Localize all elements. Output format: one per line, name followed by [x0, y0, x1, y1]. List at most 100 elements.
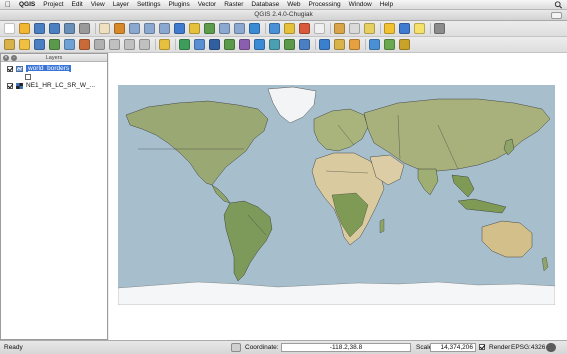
- python-icon[interactable]: [399, 39, 410, 50]
- rotate-label-icon[interactable]: [334, 39, 345, 50]
- label-icon[interactable]: [159, 39, 170, 50]
- identify-icon[interactable]: [269, 23, 280, 34]
- show-bookmarks-icon[interactable]: [399, 23, 410, 34]
- menu-web[interactable]: Web: [283, 0, 304, 10]
- add-vector-layer-icon[interactable]: [179, 39, 190, 50]
- zoom-full-icon[interactable]: [174, 23, 185, 34]
- toolbar-toggle-button[interactable]: [551, 12, 562, 19]
- new-bookmark-icon[interactable]: [384, 23, 395, 34]
- toolbar-separator: [365, 39, 366, 50]
- refresh-icon[interactable]: [249, 23, 260, 34]
- map-canvas[interactable]: [109, 53, 567, 340]
- node-tool-icon[interactable]: [79, 39, 90, 50]
- deselect-icon[interactable]: [299, 23, 310, 34]
- save-edits-icon[interactable]: [34, 39, 45, 50]
- apple-icon[interactable]: : [5, 0, 15, 9]
- open-project-icon[interactable]: [19, 23, 30, 34]
- menu-layer[interactable]: Layer: [109, 0, 133, 10]
- menubar:  QGIS Project Edit View Layer Settings …: [0, 0, 567, 10]
- menu-raster[interactable]: Raster: [220, 0, 247, 10]
- float-panel-icon[interactable]: ◦: [11, 55, 17, 61]
- toolbar-separator: [380, 23, 381, 34]
- grass-icon[interactable]: [384, 39, 395, 50]
- menu-vector[interactable]: Vector: [194, 0, 220, 10]
- zoom-to-selection-icon[interactable]: [189, 23, 200, 34]
- toolbar-top: [0, 21, 567, 37]
- zoom-actual-icon[interactable]: [159, 23, 170, 34]
- copy-features-icon[interactable]: [124, 39, 135, 50]
- digitize-icon[interactable]: [319, 39, 330, 50]
- pan-to-selection-icon[interactable]: [114, 23, 125, 34]
- move-feature-icon[interactable]: [64, 39, 75, 50]
- zoom-to-layer-icon[interactable]: [204, 23, 215, 34]
- menu-processing[interactable]: Processing: [304, 0, 344, 10]
- menu-project[interactable]: Project: [39, 0, 67, 10]
- toggle-editing-icon[interactable]: [4, 39, 15, 50]
- add-raster-layer-icon[interactable]: [194, 39, 205, 50]
- messages-icon[interactable]: [546, 343, 556, 352]
- statusbar: Ready Coordinate: -118.2,38.8 Scale 14,3…: [0, 340, 567, 354]
- save-project-icon[interactable]: [34, 23, 45, 34]
- menu-help[interactable]: Help: [376, 0, 397, 10]
- menu-database[interactable]: Database: [247, 0, 283, 10]
- map-tips-icon[interactable]: [364, 23, 375, 34]
- layer-visibility-checkbox[interactable]: [7, 65, 13, 72]
- zoom-in-icon[interactable]: [129, 23, 140, 34]
- world-map[interactable]: [118, 85, 555, 305]
- plugin-icon[interactable]: [369, 39, 380, 50]
- add-mssql-icon[interactable]: [239, 39, 250, 50]
- zoom-out-icon[interactable]: [144, 23, 155, 34]
- menu-edit[interactable]: Edit: [68, 0, 87, 10]
- coordinate-field[interactable]: -118.2,38.8: [281, 343, 411, 352]
- zoom-last-icon[interactable]: [219, 23, 230, 34]
- composer-manager-icon[interactable]: [79, 23, 90, 34]
- layer-item-world-borders[interactable]: world_borders: [7, 64, 72, 73]
- layer-name[interactable]: NE1_HR_LC_SR_W_...: [26, 82, 95, 89]
- cut-features-icon[interactable]: [109, 39, 120, 50]
- help-icon[interactable]: [434, 23, 445, 34]
- scale-field[interactable]: 14,374,206: [430, 343, 476, 352]
- layer-name[interactable]: world_borders: [26, 65, 72, 72]
- current-edits-icon[interactable]: [19, 39, 30, 50]
- open-attribute-table-icon[interactable]: [314, 23, 325, 34]
- layers-panel: Layers × ◦ world_borders NE1_HR_LC_SR_W_…: [0, 53, 108, 340]
- field-calculator-icon[interactable]: [334, 23, 345, 34]
- window-titlebar: QGIS 2.4.0-Chugiak: [0, 10, 567, 21]
- close-panel-icon[interactable]: ×: [3, 55, 9, 61]
- add-spatialite-icon[interactable]: [224, 39, 235, 50]
- window-title: QGIS 2.4.0-Chugiak: [254, 11, 313, 18]
- add-postgis-icon[interactable]: [209, 39, 220, 50]
- render-checkbox[interactable]: [479, 344, 485, 350]
- delete-selected-icon[interactable]: [94, 39, 105, 50]
- pan-icon[interactable]: [99, 23, 110, 34]
- add-wcs-icon[interactable]: [269, 39, 280, 50]
- toolbar-separator: [265, 23, 266, 34]
- layer-item-ne1-raster[interactable]: NE1_HR_LC_SR_W_...: [7, 81, 95, 90]
- change-label-icon[interactable]: [349, 39, 360, 50]
- menu-app-name[interactable]: QGIS: [15, 0, 39, 10]
- print-composer-icon[interactable]: [64, 23, 75, 34]
- measure-icon[interactable]: [349, 23, 360, 34]
- save-as-icon[interactable]: [49, 23, 60, 34]
- select-features-icon[interactable]: [284, 23, 295, 34]
- coordinate-toggle-icon[interactable]: [231, 343, 241, 352]
- layer-visibility-checkbox[interactable]: [7, 82, 13, 89]
- menu-window[interactable]: Window: [345, 0, 376, 10]
- toolbar-separator: [95, 23, 96, 34]
- add-feature-icon[interactable]: [49, 39, 60, 50]
- new-shapefile-icon[interactable]: [299, 39, 310, 50]
- add-wms-icon[interactable]: [254, 39, 265, 50]
- madagascar: [379, 218, 385, 234]
- add-wfs-icon[interactable]: [284, 39, 295, 50]
- zoom-next-icon[interactable]: [234, 23, 245, 34]
- crs-status[interactable]: EPSG:4326: [511, 344, 545, 351]
- paste-features-icon[interactable]: [139, 39, 150, 50]
- spotlight-icon[interactable]: [554, 1, 563, 9]
- render-label: Render: [489, 344, 511, 351]
- menu-settings[interactable]: Settings: [133, 0, 165, 10]
- new-project-icon[interactable]: [4, 23, 15, 34]
- menu-plugins[interactable]: Plugins: [164, 0, 193, 10]
- text-annotation-icon[interactable]: [414, 23, 425, 34]
- antarctica: [118, 281, 555, 305]
- menu-view[interactable]: View: [87, 0, 109, 10]
